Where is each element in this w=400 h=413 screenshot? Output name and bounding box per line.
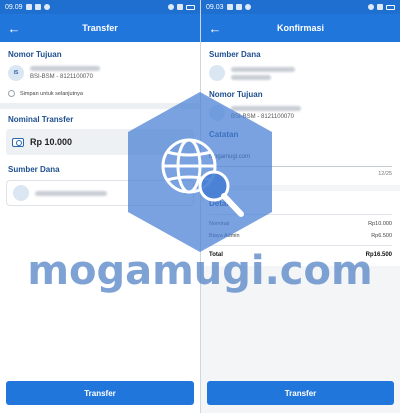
dot-icon xyxy=(43,4,50,10)
source-account-select[interactable]: ▾ xyxy=(6,180,194,206)
note-section-title: Catatan xyxy=(209,130,239,139)
detail-divider xyxy=(209,245,392,246)
page-title: Transfer xyxy=(82,23,118,33)
recipient-avatar xyxy=(209,105,225,121)
detail-row-admin-fee: Biaya Admin Rp6.500 xyxy=(209,233,392,239)
save-for-later-row[interactable]: Simpan untuk selanjutnya xyxy=(8,90,192,97)
status-time: 09.09 xyxy=(5,3,23,11)
recipient-section: Nomor Tujuan IS BSI-BSM - 8121100070 Sim… xyxy=(0,42,200,103)
back-arrow-icon[interactable]: ← xyxy=(6,20,22,36)
amount-section-title: Nominal Transfer xyxy=(8,115,74,124)
status-bar: 09.09 xyxy=(0,0,200,14)
battery-icon xyxy=(186,4,195,10)
total-value: Rp16.500 xyxy=(365,252,392,258)
detail-label: Biaya Admin xyxy=(209,233,240,239)
recipient-bank-account: BSI-BSM - 8121100070 xyxy=(231,114,294,120)
recipient-bank-account: BSI-BSM - 8121100070 xyxy=(30,74,93,80)
detail-value: Rp6.500 xyxy=(371,233,392,239)
save-checkbox[interactable] xyxy=(8,90,15,97)
source-account-avatar xyxy=(13,185,29,201)
back-arrow-icon[interactable]: ← xyxy=(207,20,223,36)
amount-section: Nominal Transfer Rp 10.000 xyxy=(0,109,200,159)
detail-value: Rp10.000 xyxy=(368,221,392,227)
note-value: mogamugi.com xyxy=(209,154,251,160)
amount-value: Rp 10.000 xyxy=(30,137,73,147)
amount-input[interactable]: Rp 10.000 xyxy=(6,129,194,155)
detail-row-nominal: Nominal Rp10.000 xyxy=(209,221,392,227)
source-account-row xyxy=(209,65,392,81)
page-title: Konfirmasi xyxy=(276,23,324,33)
avatar: IS xyxy=(8,65,24,81)
confirmation-screen: 09.03 ← Konfirmasi Sumber Dana Nomor Tuj… xyxy=(201,0,400,413)
detail-label: Nominal xyxy=(209,221,230,227)
battery-icon xyxy=(386,4,395,10)
status-time: 09.03 xyxy=(206,3,224,11)
gallery-icon xyxy=(235,4,242,10)
detail-divider xyxy=(209,214,392,215)
note-char-counter: 12/25 xyxy=(378,171,392,177)
detail-section-title: Detail xyxy=(209,199,231,208)
source-account-avatar xyxy=(209,65,225,81)
source-account-number-redacted xyxy=(231,74,271,80)
source-section-title: Sumber Dana xyxy=(209,50,261,59)
source-account-name-redacted xyxy=(231,66,295,72)
source-summary: Sumber Dana Nomor Tujuan BSI-BSM - 81211… xyxy=(201,42,400,185)
screenshot-stage: 09.09 ← Transfer Nomor Tujuan IS BSI-BSM xyxy=(0,0,400,413)
cash-icon xyxy=(12,137,24,147)
recipient-section-title: Nomor Tujuan xyxy=(209,90,263,99)
source-account-redacted xyxy=(35,190,107,196)
signal-icon xyxy=(377,4,383,10)
wifi-icon xyxy=(368,4,374,10)
recipient-row[interactable]: IS BSI-BSM - 8121100070 xyxy=(8,65,192,81)
chevron-down-icon: ▾ xyxy=(183,190,187,197)
transfer-button[interactable]: Transfer xyxy=(6,381,194,405)
recipient-section-title: Nomor Tujuan xyxy=(8,50,62,59)
recipient-row: BSI-BSM - 8121100070 xyxy=(209,105,392,121)
source-section: Sumber Dana ▾ xyxy=(0,159,200,210)
dot-icon xyxy=(244,4,251,10)
app-bar: ← Transfer xyxy=(0,14,200,42)
recipient-name-redacted xyxy=(231,106,301,111)
transfer-screen: 09.09 ← Transfer Nomor Tujuan IS BSI-BSM xyxy=(0,0,200,413)
save-checkbox-label: Simpan untuk selanjutnya xyxy=(20,90,83,97)
note-input[interactable]: mogamugi.com xyxy=(209,145,392,167)
gallery-icon xyxy=(34,4,41,10)
signal-icon xyxy=(177,4,183,10)
wifi-icon xyxy=(168,4,174,10)
detail-row-total: Total Rp16.500 xyxy=(209,252,392,258)
recipient-name-redacted xyxy=(30,66,100,71)
source-section-title: Sumber Dana xyxy=(8,165,60,174)
app-bar: ← Konfirmasi xyxy=(201,14,400,42)
detail-section: Detail Nominal Rp10.000 Biaya Admin Rp6.… xyxy=(201,191,400,266)
total-label: Total xyxy=(209,252,223,258)
status-bar: 09.03 xyxy=(201,0,400,14)
notification-icon xyxy=(226,4,233,10)
confirm-transfer-button[interactable]: Transfer xyxy=(207,381,394,405)
notification-icon xyxy=(25,4,32,10)
